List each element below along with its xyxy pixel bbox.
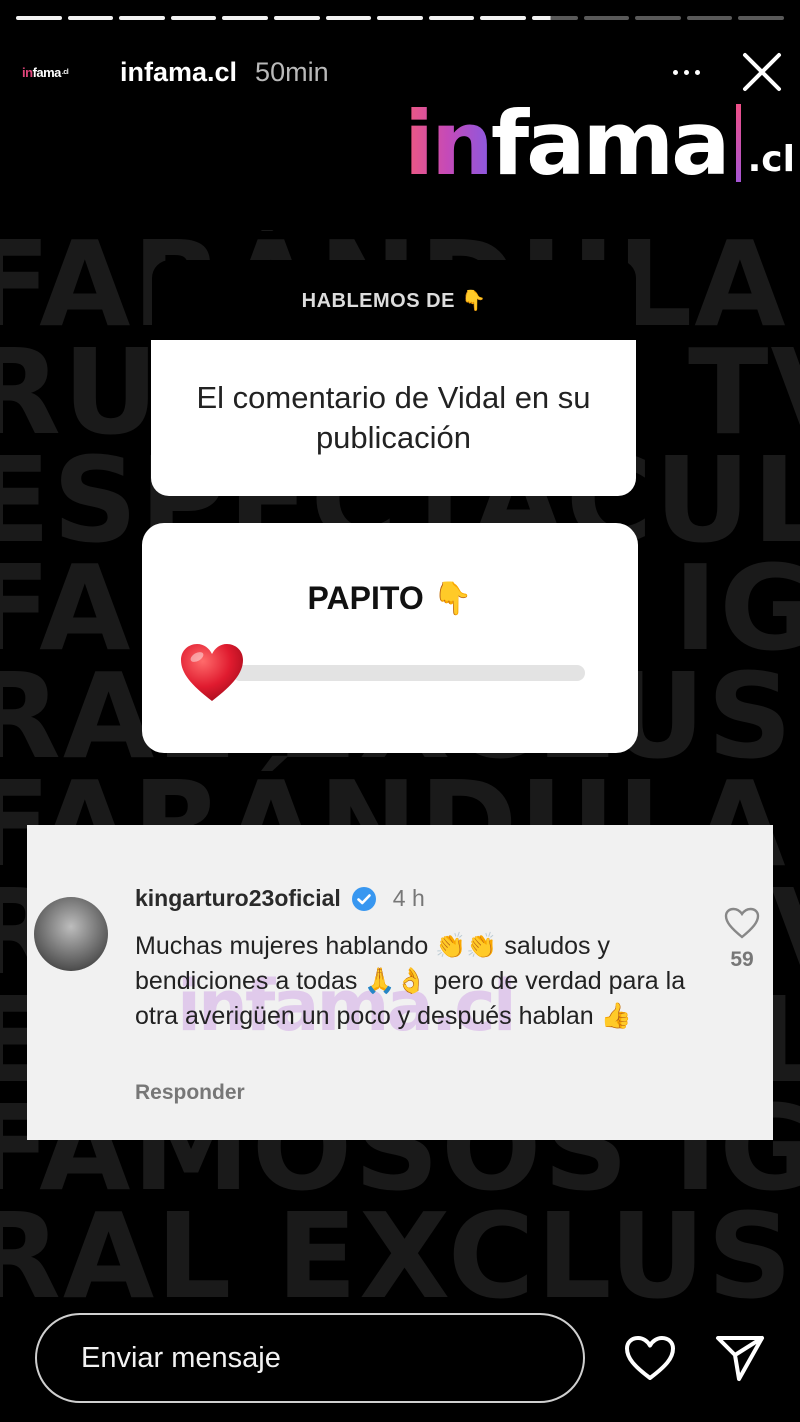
slider-track[interactable] <box>232 665 585 681</box>
logo-tld: .cl <box>747 139 795 180</box>
verified-badge-icon <box>351 886 377 912</box>
comment-like-count: 59 <box>730 948 754 971</box>
progress-segment <box>531 16 578 20</box>
account-name[interactable]: infama.cl <box>120 57 237 88</box>
like-heart-icon[interactable] <box>622 1330 678 1386</box>
progress-segment <box>273 16 320 20</box>
send-message-input[interactable]: Enviar mensaje <box>35 1313 585 1403</box>
story-progress <box>16 16 784 20</box>
comment-header: kingarturo23oficial 4 h <box>135 885 425 912</box>
share-send-icon[interactable] <box>712 1330 768 1386</box>
post-time: 50min <box>255 56 329 87</box>
progress-segment <box>583 16 630 20</box>
progress-segment <box>119 16 165 20</box>
brand-logo: infama .cl <box>404 88 795 188</box>
progress-segment <box>686 16 733 20</box>
progress-segment <box>428 16 475 20</box>
comment-screenshot: infama.cl kingarturo23oficial 4 h Muchas… <box>27 825 773 1140</box>
avatar-logo-in: in <box>22 64 33 80</box>
progress-segment <box>480 16 526 20</box>
progress-segment <box>67 16 114 20</box>
progress-segment <box>170 16 217 20</box>
slider-title: PAPITO 👇 <box>307 580 473 616</box>
progress-segment <box>377 16 423 20</box>
logo-in: in <box>404 92 494 195</box>
logo-divider <box>735 104 741 182</box>
heart-slider-handle[interactable] <box>178 639 246 707</box>
avatar-logo-rest: fama <box>32 64 62 80</box>
progress-segment <box>738 16 784 20</box>
comment-text: Muchas mujeres hablando 👏👏 saludos y ben… <box>135 932 686 1030</box>
account-avatar[interactable]: in fama .cl <box>22 44 100 100</box>
emoji-slider-sticker: PAPITO 👇 <box>142 523 638 753</box>
progress-segment <box>635 16 681 20</box>
comment-time: 4 h <box>392 885 425 911</box>
progress-segment <box>222 16 268 20</box>
avatar-logo-tld: .cl <box>61 68 69 76</box>
commenter-username: kingarturo23oficial <box>135 885 341 911</box>
comment-heart-icon <box>724 907 760 939</box>
send-message-placeholder: Enviar mensaje <box>81 1341 281 1374</box>
background-word-row: RAL EXCLUSIV RAL EXCLUSIV <box>0 1187 800 1325</box>
comment-like: 59 <box>721 907 763 972</box>
comment-reply-link: Responder <box>135 1081 245 1104</box>
commenter-avatar <box>34 897 108 971</box>
progress-segment <box>16 16 62 20</box>
logo-rest: fama <box>490 92 731 195</box>
question-sticker-body[interactable]: El comentario de Vidal en su publicación <box>151 340 636 496</box>
question-sticker-header: HABLEMOS DE 👇 <box>152 260 636 340</box>
progress-segment <box>325 16 372 20</box>
